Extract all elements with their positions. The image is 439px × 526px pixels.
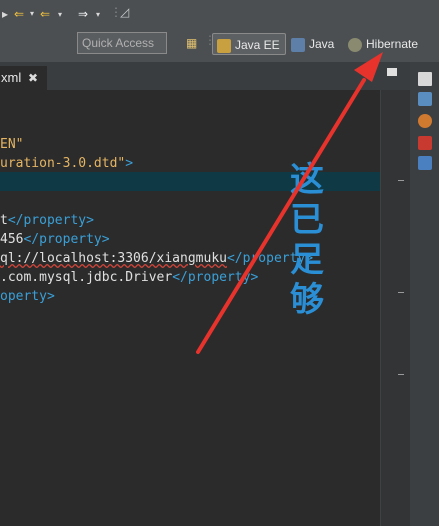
- code-line: 456</property>: [0, 230, 110, 249]
- forward-arrow-icon[interactable]: ⇒: [78, 8, 88, 20]
- forward-dropdown-icon[interactable]: ▾: [58, 9, 62, 21]
- quick-access-input[interactable]: Quick Access: [77, 32, 167, 54]
- javaee-perspective-icon: [217, 38, 231, 53]
- perspective-javaee-button[interactable]: Java EE: [212, 33, 286, 55]
- perspective-hibernate-button[interactable]: Hibernate: [348, 33, 418, 55]
- annotation-char: 已: [290, 200, 325, 241]
- open-perspective-icon[interactable]: ▦: [186, 37, 197, 49]
- overview-ruler[interactable]: [380, 90, 410, 526]
- console-icon[interactable]: [418, 156, 432, 170]
- outline-icon[interactable]: [418, 92, 432, 106]
- restore-icon[interactable]: [418, 72, 432, 86]
- annotation-char: 这: [290, 160, 325, 201]
- hierarchy-icon[interactable]: [418, 114, 432, 128]
- editor-tab-label: xml: [1, 70, 22, 85]
- code-line: ql://localhost:3306/xiangmuku</property>: [0, 249, 313, 268]
- code-editor[interactable]: EN" uration-3.0.dtd"> t</property> 456</pro…: [0, 90, 400, 526]
- code-token: >: [125, 156, 134, 171]
- back-arrow-icon[interactable]: ⇐: [14, 8, 24, 20]
- code-token: ql://localhost:3306/xiangmuku: [0, 251, 227, 266]
- annotation-text: 这已足够: [287, 160, 327, 321]
- forward-arrow-icon[interactable]: ⇐: [40, 8, 50, 20]
- maximize-icon[interactable]: [387, 68, 397, 76]
- code-token: </property>: [172, 270, 259, 285]
- code-token: EN": [0, 137, 24, 152]
- code-token: .com.mysql.jdbc.Driver: [0, 270, 173, 285]
- servers-icon[interactable]: [418, 136, 432, 150]
- ruler-marker[interactable]: [398, 292, 404, 293]
- hibernate-perspective-icon: [348, 37, 362, 52]
- code-token: uration-3.0.dtd": [0, 156, 126, 171]
- code-line: uration-3.0.dtd">: [0, 154, 133, 173]
- code-line: .com.mysql.jdbc.Driver</property>: [0, 268, 258, 287]
- trim-stack: [410, 62, 439, 526]
- java-perspective-icon: [291, 37, 305, 52]
- editor-tab-bar: xml ✖: [0, 62, 410, 90]
- editor-tab-xml[interactable]: xml ✖: [0, 66, 47, 90]
- code-line: operty>: [0, 287, 55, 306]
- code-token: t: [0, 213, 8, 228]
- pin-editor-icon[interactable]: ◿: [120, 6, 129, 18]
- code-token: operty>: [0, 289, 55, 304]
- main-toolbar: ▸ ⇐ ▾ ⇐ ▾ ⇒ ▾ ⋮ ◿ Quick Access ▦ ⋮ Java …: [0, 0, 439, 62]
- ruler-marker[interactable]: [398, 374, 404, 375]
- code-line: t</property>: [0, 211, 94, 230]
- annotation-char: 够: [290, 280, 325, 321]
- code-line: EN": [0, 135, 23, 154]
- perspective-java-button[interactable]: Java: [291, 33, 334, 55]
- close-icon[interactable]: ✖: [28, 66, 38, 90]
- ruler-marker[interactable]: [398, 180, 404, 181]
- annotation-char: 足: [290, 240, 325, 281]
- code-token: 456: [0, 232, 24, 247]
- forward-dropdown-icon[interactable]: ▾: [96, 9, 100, 21]
- code-token: </property>: [7, 213, 94, 228]
- back-dropdown-icon[interactable]: ▾: [30, 8, 34, 20]
- code-token: </property>: [23, 232, 110, 247]
- debug-icon[interactable]: ▸: [2, 8, 8, 20]
